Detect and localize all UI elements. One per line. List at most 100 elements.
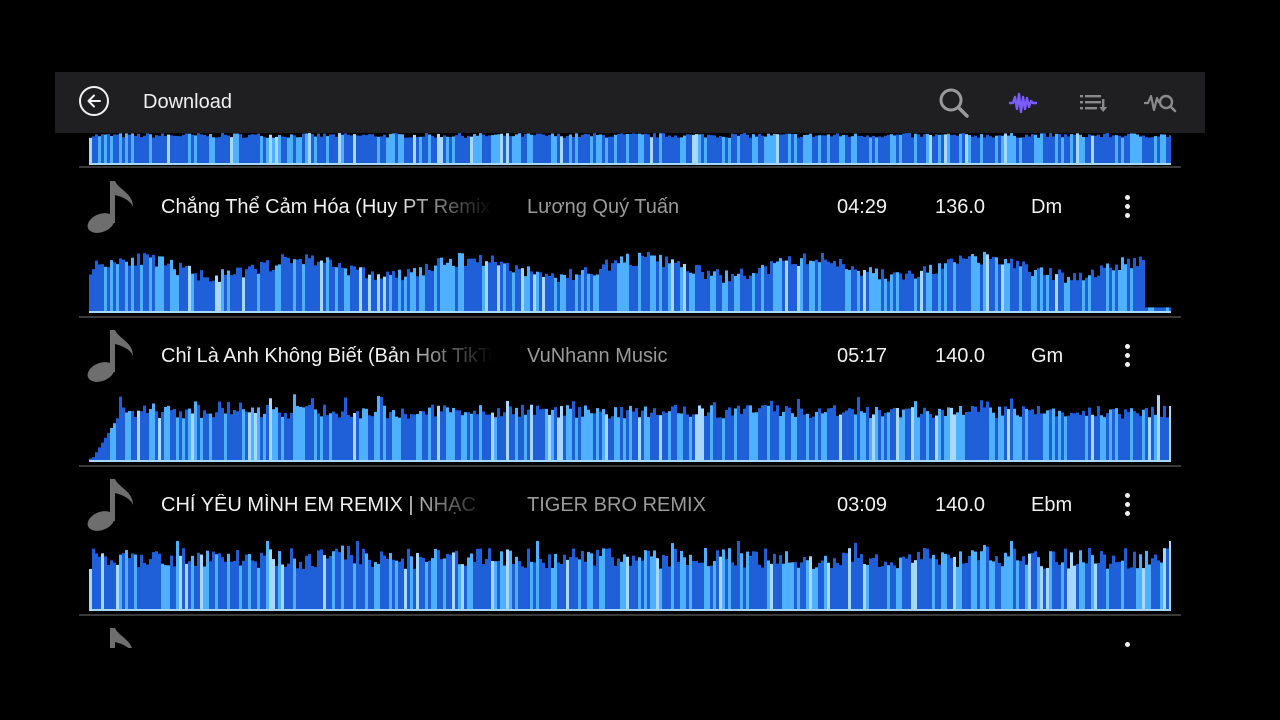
waveform-bar <box>854 414 857 462</box>
sort-list-button[interactable] <box>1074 85 1110 121</box>
waveform-search-button[interactable] <box>1142 85 1178 121</box>
waveform-bar <box>1010 258 1013 313</box>
waveform-bar <box>236 411 239 462</box>
waveform-bar <box>986 134 989 165</box>
waveform-bar <box>353 134 356 165</box>
waveform-bar <box>233 560 236 611</box>
more-options-button[interactable] <box>1115 193 1139 221</box>
waveform-bar <box>920 136 923 165</box>
waveform-bar <box>674 404 677 462</box>
waveform-bar <box>377 395 380 462</box>
waveform-bar <box>959 406 962 462</box>
waveform-bar <box>785 406 788 462</box>
waveform-bar <box>476 262 479 313</box>
waveform-bar <box>407 269 410 313</box>
waveform-bar <box>1019 266 1022 313</box>
waveform-bar <box>188 561 191 611</box>
waveform-bar <box>248 266 251 313</box>
waveform-bar <box>614 260 617 313</box>
waveform-bar <box>509 406 512 462</box>
waveform[interactable] <box>89 133 1171 165</box>
waveform-bar <box>329 556 332 611</box>
waveform-bar <box>443 135 446 165</box>
waveform-bar <box>848 270 851 313</box>
waveform-bar <box>833 134 836 165</box>
waveform-bar <box>974 256 977 313</box>
waveform-bar <box>356 411 359 462</box>
track-row[interactable]: Chỉ Là Anh Không Biết (Bản Hot TikTok) V… <box>79 318 1181 464</box>
waveform-bar <box>296 568 299 611</box>
waveform-bar <box>377 564 380 611</box>
waveform-bar <box>533 274 536 313</box>
waveform-bar <box>368 274 371 313</box>
waveform-bar <box>317 133 320 165</box>
track-artist: TIGER BRO REMIX <box>527 494 706 516</box>
waveform-bar <box>152 403 155 462</box>
waveform-bar <box>371 271 374 313</box>
waveform-bar <box>857 397 860 462</box>
waveform[interactable] <box>89 392 1171 462</box>
waveform-bar <box>494 261 497 313</box>
waveform-bar <box>806 264 809 313</box>
waveform-bar <box>977 262 980 313</box>
waveform-bar <box>248 412 251 462</box>
waveform-bar <box>494 134 497 165</box>
waveform-view-button[interactable] <box>1005 85 1041 121</box>
waveform-bar <box>659 133 662 165</box>
waveform-bar <box>122 259 125 313</box>
waveform-bar <box>200 417 203 462</box>
waveform[interactable] <box>89 243 1171 313</box>
waveform-bar <box>716 550 719 611</box>
waveform-bar <box>965 412 968 462</box>
waveform-bar <box>182 548 185 611</box>
track-row[interactable]: Chẳng Thể Cảm Hóa (Huy PT Remix) Lương Q… <box>79 169 1181 315</box>
waveform-bar <box>638 417 641 462</box>
waveform-bar <box>125 261 128 313</box>
waveform-bar <box>98 136 101 165</box>
waveform-bar <box>353 413 356 462</box>
waveform-bar <box>593 413 596 462</box>
waveform-bar <box>101 442 104 462</box>
waveform-bar <box>1160 417 1163 462</box>
back-button[interactable] <box>79 86 109 116</box>
waveform-bar <box>644 133 647 165</box>
waveform-bar <box>200 270 203 313</box>
waveform-bar <box>1028 136 1031 165</box>
waveform-bar <box>686 271 689 313</box>
waveform-bar <box>254 268 257 313</box>
waveform-bar <box>254 412 257 462</box>
waveform-bar <box>461 415 464 462</box>
waveform-bar <box>374 562 377 611</box>
waveform-bar <box>164 406 167 462</box>
waveform-bar <box>392 559 395 611</box>
waveform-bar <box>617 417 620 462</box>
more-options-button[interactable] <box>1115 491 1139 519</box>
waveform-bar <box>929 413 932 462</box>
waveform-bar <box>350 555 353 611</box>
waveform-bar <box>209 561 212 611</box>
more-options-button[interactable] <box>1115 342 1139 370</box>
waveform-bar <box>242 560 245 611</box>
waveform-bar <box>794 416 797 462</box>
waveform-bar <box>857 135 860 165</box>
track-row[interactable]: CHỈ YÊU MÌNH EM REMIX | NHẠC TIGER BRO R… <box>79 467 1181 613</box>
waveform-bar <box>545 408 548 462</box>
search-button[interactable] <box>936 85 972 121</box>
waveform-bar <box>980 400 983 462</box>
waveform-bar <box>440 559 443 611</box>
waveform-bar <box>221 269 224 313</box>
waveform-bar <box>632 411 635 462</box>
more-options-button[interactable] <box>1115 640 1139 648</box>
waveform-bar <box>776 134 779 165</box>
waveform-bar <box>1055 416 1058 462</box>
track-key: Dm <box>1031 196 1063 218</box>
waveform-bar <box>1142 409 1145 462</box>
waveform-bar <box>1007 556 1010 611</box>
waveform-bar <box>767 560 770 611</box>
waveform[interactable] <box>89 541 1171 611</box>
waveform-bar <box>1058 564 1061 611</box>
waveform-bar <box>710 565 713 611</box>
track-row-partial[interactable] <box>79 616 1181 648</box>
waveform-bar <box>671 543 674 611</box>
waveform-bar <box>848 548 851 611</box>
